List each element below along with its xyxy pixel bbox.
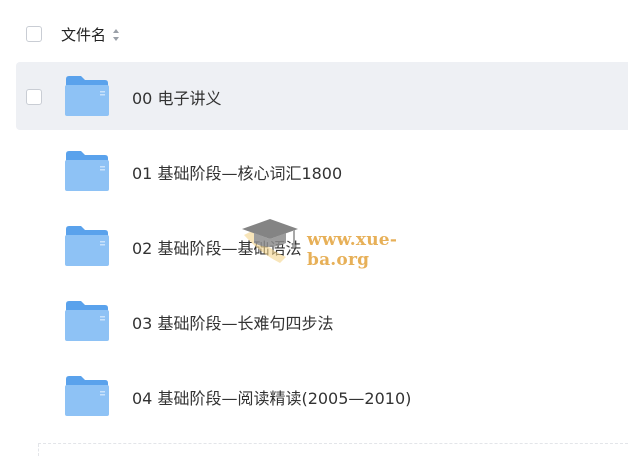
file-name[interactable]: 01 基础阶段—核心词汇1800 — [132, 160, 342, 184]
file-row[interactable]: 03 基础阶段—长难句四步法 — [16, 287, 628, 355]
folder-icon — [65, 376, 109, 416]
filename-column-header[interactable]: 文件名 — [61, 24, 120, 45]
file-row[interactable]: 00 电子讲义 — [16, 62, 628, 130]
select-all-checkbox[interactable] — [26, 26, 42, 42]
list-divider — [38, 443, 628, 456]
folder-icon — [65, 226, 109, 266]
file-name[interactable]: 00 电子讲义 — [132, 85, 221, 109]
watermark-text: www.xue-ba.org — [307, 230, 398, 270]
file-name[interactable]: 03 基础阶段—长难句四步法 — [132, 310, 333, 334]
filename-column-label: 文件名 — [61, 26, 107, 44]
watermark: www.xue-ba.org — [240, 213, 450, 273]
file-row[interactable]: 01 基础阶段—核心词汇1800 — [16, 137, 628, 205]
folder-icon — [65, 151, 109, 191]
file-name[interactable]: 04 基础阶段—阅读精读(2005—2010) — [132, 385, 411, 409]
graduation-cap-icon — [242, 219, 298, 263]
sort-icon[interactable] — [112, 28, 120, 42]
folder-icon — [65, 301, 109, 341]
file-list-header: 文件名 — [0, 0, 628, 62]
folder-icon — [65, 76, 109, 116]
file-row[interactable]: 04 基础阶段—阅读精读(2005—2010) — [16, 362, 628, 430]
row-checkbox[interactable] — [26, 89, 42, 105]
